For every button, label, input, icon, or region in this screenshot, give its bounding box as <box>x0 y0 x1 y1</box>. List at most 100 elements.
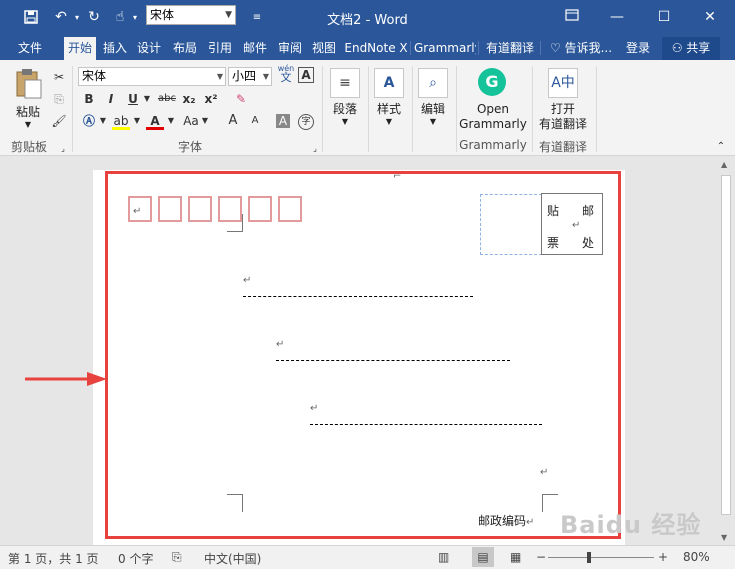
chevron-down-icon[interactable]: ▼ <box>132 112 142 130</box>
tab-view[interactable]: 视图 <box>308 37 340 60</box>
ribbon-home: 粘贴 ▼ ✂ ⎘ 🖌 剪贴板 ⌟ 宋体 ▼ 小四 ▼ wén 文 A B I U ▼ … <box>0 60 735 156</box>
paragraph-button[interactable]: 段落 ▼ <box>324 100 366 126</box>
group-divider <box>72 66 73 152</box>
tab-insert[interactable]: 插入 <box>100 37 130 60</box>
highlight-color-icon[interactable]: ab <box>112 112 130 130</box>
chevron-down-icon[interactable]: ▼ <box>166 112 176 130</box>
copy-icon[interactable]: ⎘ <box>50 90 68 108</box>
scrollbar-thumb[interactable] <box>721 175 731 515</box>
tell-me-label: 告诉我... <box>564 41 613 55</box>
lightbulb-icon: ♡ <box>549 41 561 55</box>
styles-label: 样式 <box>376 102 401 116</box>
font-size-value: 小四 <box>232 69 257 83</box>
chevron-down-icon: ▼ <box>341 117 349 126</box>
watermark-logo: Baidu 经验 <box>560 511 702 539</box>
group-divider <box>532 66 533 152</box>
chevron-down-icon[interactable]: ▼ <box>142 90 152 108</box>
editing-button[interactable]: 编辑 ▼ <box>412 100 454 126</box>
word-count[interactable]: 0 个字 <box>118 550 153 567</box>
collapse-ribbon-icon[interactable]: ⌃ <box>712 138 730 156</box>
tab-references[interactable]: 引用 <box>204 37 236 60</box>
sign-in-link[interactable]: 登录 <box>622 37 654 60</box>
youdao-label: 有道翻译 <box>538 117 587 131</box>
chevron-down-icon: ▼ <box>216 72 223 81</box>
font-family-value: 宋体 <box>82 69 107 83</box>
chevron-down-icon[interactable]: ▼ <box>98 112 108 130</box>
zoom-out-button[interactable]: − <box>536 550 546 564</box>
open-label: Open <box>476 102 510 116</box>
paragraph-label: 段落 <box>332 102 357 116</box>
cut-icon[interactable]: ✂ <box>50 68 68 86</box>
maximize-button[interactable]: ☐ <box>650 6 678 28</box>
ribbon-display-icon[interactable] <box>558 6 586 28</box>
tab-layout[interactable]: 布局 <box>170 37 200 60</box>
underline-button[interactable]: U <box>124 90 142 108</box>
clear-formatting-icon[interactable]: ✎ <box>232 90 250 108</box>
shrink-font-button[interactable]: A <box>246 112 264 130</box>
share-button[interactable]: ⚇ 共享 <box>662 37 720 60</box>
web-layout-icon[interactable]: ▦ <box>510 550 521 564</box>
chevron-down-icon: ▼ <box>24 120 32 129</box>
format-painter-icon[interactable]: 🖌 <box>50 112 68 130</box>
tab-youdao[interactable]: 有道翻译 <box>482 37 538 60</box>
zoom-slider-track[interactable] <box>548 557 654 558</box>
chevron-down-icon[interactable]: ▼ <box>200 112 210 130</box>
tab-review[interactable]: 审阅 <box>274 37 306 60</box>
zoom-percentage[interactable]: 80% <box>683 550 710 564</box>
annotation-arrow <box>25 372 107 386</box>
strikethrough-button[interactable]: abc <box>156 90 178 108</box>
font-size-combo[interactable]: 小四 ▼ <box>228 67 272 86</box>
styles-button[interactable]: 样式 ▼ <box>368 100 410 126</box>
page-count[interactable]: 第 1 页，共 1 页 <box>8 550 99 567</box>
tab-divider <box>410 41 411 55</box>
grammarly-group-label: Grammarly <box>459 138 527 152</box>
text-effects-icon[interactable]: Ⓐ <box>80 112 98 130</box>
read-mode-icon[interactable]: ▥ <box>438 550 449 564</box>
open-grammarly-button[interactable]: Open Grammarly <box>458 102 528 132</box>
character-border-icon[interactable]: A <box>298 67 314 83</box>
grow-font-button[interactable]: A <box>224 112 242 130</box>
zoom-in-button[interactable]: + <box>658 550 668 564</box>
tab-grammarly[interactable]: Grammarly <box>414 37 476 60</box>
paste-button[interactable]: 粘贴 ▼ <box>10 68 46 129</box>
print-layout-icon[interactable]: ▤ <box>472 547 494 567</box>
superscript-button[interactable]: x² <box>202 90 220 108</box>
user-icon: ⚇ <box>671 41 683 55</box>
language-indicator[interactable]: 中文(中国) <box>204 550 261 567</box>
scroll-down-icon[interactable]: ▼ <box>721 533 727 542</box>
tab-mailings[interactable]: 邮件 <box>240 37 270 60</box>
title-bar: ↶ ▾ ↻ ☝ ▾ 宋体 ▼ ≡ 文档2 - Word — ☐ ✕ <box>0 0 735 34</box>
open-youdao-button[interactable]: 打开 有道翻译 <box>534 102 592 132</box>
phonetic-guide-button[interactable]: wén 文 <box>276 64 296 83</box>
translate-icon[interactable]: A中 <box>548 68 578 98</box>
zoom-slider-thumb[interactable] <box>587 552 592 563</box>
font-color-icon[interactable]: A <box>146 112 164 130</box>
paragraph-icon[interactable]: ≡ <box>330 68 360 98</box>
italic-button[interactable]: I <box>102 90 120 108</box>
enclose-characters-button[interactable]: 字 <box>298 114 314 130</box>
youdao-group-label: 有道翻译 <box>538 140 587 154</box>
proofing-icon[interactable]: ⎘ <box>172 550 182 565</box>
subscript-button[interactable]: x₂ <box>180 90 198 108</box>
character-shading-button[interactable]: A <box>276 114 290 128</box>
change-case-icon[interactable]: Aa <box>182 112 200 130</box>
search-icon[interactable]: ⌕ <box>418 68 448 98</box>
group-divider <box>596 66 597 152</box>
grammarly-icon[interactable]: G <box>478 68 506 96</box>
tell-me-search[interactable]: ♡ 告诉我... <box>546 37 616 60</box>
status-bar: 第 1 页，共 1 页 0 个字 ⎘ 中文(中国) ▥ ▤ ▦ − + 80% <box>0 545 735 569</box>
tab-file[interactable]: 文件 <box>12 37 48 60</box>
open-youdao-label: 打开 <box>550 102 575 116</box>
ribbon-tabs: 文件 开始 插入 设计 布局 引用 邮件 审阅 视图 EndNote X Gra… <box>0 34 735 60</box>
bold-button[interactable]: B <box>80 90 98 108</box>
tab-home[interactable]: 开始 <box>64 37 96 60</box>
styles-icon[interactable]: A <box>374 68 404 98</box>
annotation-highlight-frame <box>105 171 621 539</box>
font-family-combo[interactable]: 宋体 ▼ <box>78 67 226 86</box>
minimize-button[interactable]: — <box>603 6 631 28</box>
tab-design[interactable]: 设计 <box>134 37 164 60</box>
scroll-up-icon[interactable]: ▲ <box>721 160 727 169</box>
tab-divider <box>478 41 479 55</box>
close-button[interactable]: ✕ <box>696 6 724 28</box>
tab-endnote[interactable]: EndNote X <box>344 37 408 60</box>
